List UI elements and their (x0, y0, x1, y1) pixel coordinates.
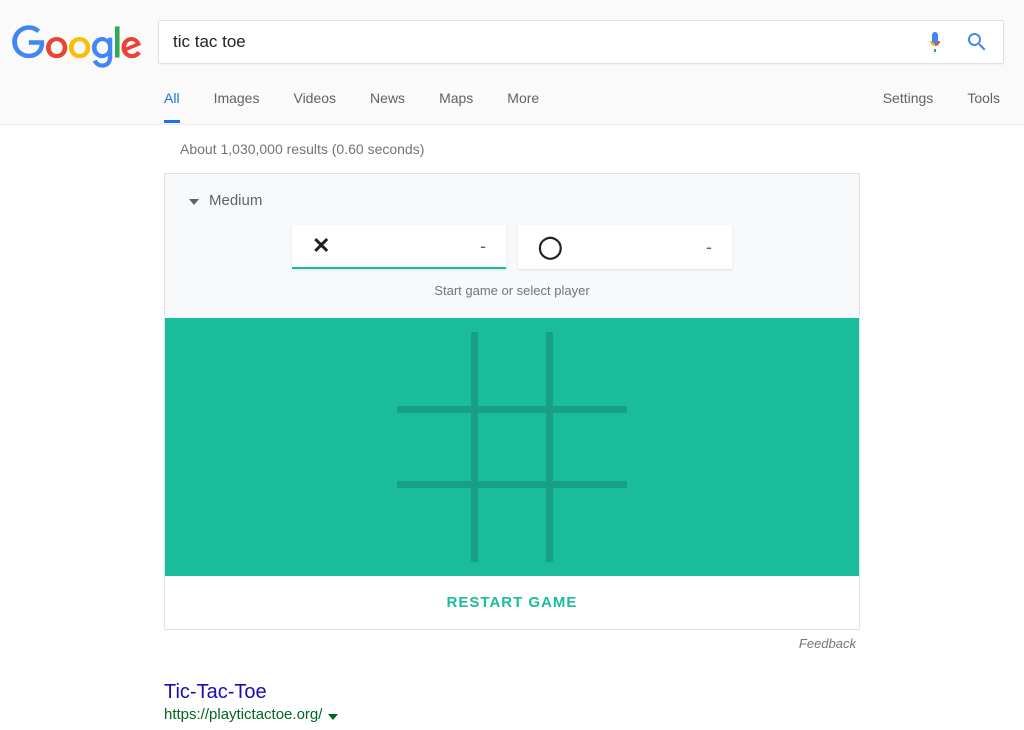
tab-maps[interactable]: Maps (439, 74, 473, 123)
player-o-score[interactable]: ◯ - (518, 225, 732, 269)
game-board (165, 318, 859, 576)
search-result: Tic-Tac-Toe https://playtictactoe.org/ (164, 681, 860, 723)
restart-button[interactable]: RESTART GAME (165, 576, 859, 629)
cell-1-0[interactable] (397, 410, 471, 484)
caret-down-icon (189, 192, 199, 209)
result-url[interactable]: https://playtictactoe.org/ (164, 706, 322, 723)
difficulty-selector[interactable]: Medium (189, 192, 835, 209)
o-icon: ◯ (538, 234, 563, 260)
player-x-score-value: - (480, 236, 486, 257)
cell-2-1[interactable] (475, 488, 549, 562)
tab-more[interactable]: More (507, 74, 539, 123)
search-tabs: All Images Videos News Maps More Setting… (0, 73, 1024, 125)
cell-0-0[interactable] (397, 332, 471, 406)
google-logo[interactable] (12, 24, 142, 73)
cell-0-2[interactable] (553, 332, 627, 406)
tools-link[interactable]: Tools (967, 74, 1000, 123)
result-title-link[interactable]: Tic-Tac-Toe (164, 681, 860, 704)
search-icon[interactable] (965, 30, 989, 54)
cell-0-1[interactable] (475, 332, 549, 406)
x-icon: ✕ (312, 233, 330, 259)
cell-2-0[interactable] (397, 488, 471, 562)
tab-videos[interactable]: Videos (293, 74, 336, 123)
tab-images[interactable]: Images (214, 74, 260, 123)
tab-news[interactable]: News (370, 74, 405, 123)
cell-1-1[interactable] (475, 410, 549, 484)
player-x-score[interactable]: ✕ - (292, 225, 506, 269)
difficulty-label: Medium (209, 192, 262, 209)
cell-2-2[interactable] (553, 488, 627, 562)
settings-link[interactable]: Settings (883, 74, 934, 123)
feedback-link[interactable]: Feedback (164, 630, 860, 651)
url-caret-icon[interactable] (328, 707, 338, 723)
game-hint: Start game or select player (189, 283, 835, 298)
cell-1-2[interactable] (553, 410, 627, 484)
player-o-score-value: - (706, 237, 712, 258)
search-box (158, 20, 1004, 64)
voice-search-icon[interactable] (923, 30, 947, 54)
tic-tac-toe-card: Medium ✕ - ◯ - Start game or select play… (164, 173, 860, 630)
tab-all[interactable]: All (164, 74, 180, 123)
result-stats: About 1,030,000 results (0.60 seconds) (0, 125, 1024, 173)
search-input[interactable] (173, 32, 905, 52)
